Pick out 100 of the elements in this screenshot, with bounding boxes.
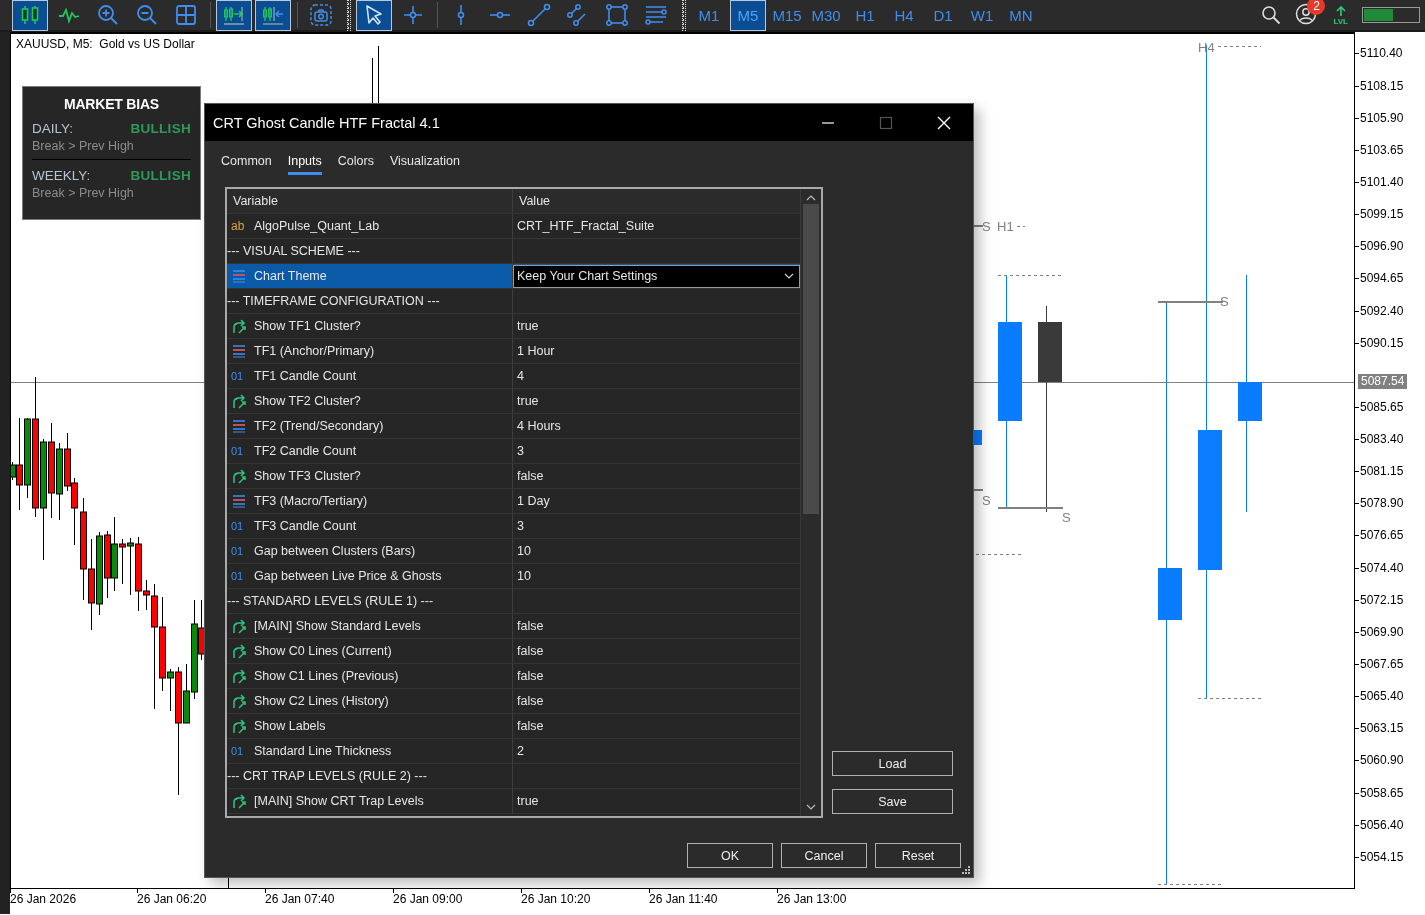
table-row[interactable]: [MAIN] Show Standard Levels false [227, 614, 800, 639]
value-cell[interactable]: false [517, 719, 544, 733]
number-type-icon: 01 [231, 445, 249, 457]
dialog-button[interactable]: Save [832, 789, 953, 814]
variable-name: TF2 (Trend/Secondary) [254, 419, 384, 433]
resize-grip-icon[interactable] [961, 865, 971, 875]
table-row[interactable]: TF2 (Trend/Secondary) 4 Hours [227, 414, 800, 439]
value-cell[interactable]: 1 Day [517, 494, 550, 508]
value-cell[interactable]: 3 [517, 519, 524, 533]
tab[interactable]: Visualization [389, 153, 460, 175]
value-dropdown[interactable]: Keep Your Chart Settings [513, 264, 800, 288]
variable-name: Gap between Live Price & Ghosts [254, 569, 442, 583]
scrollbar[interactable] [800, 189, 821, 816]
search-icon[interactable] [1261, 5, 1282, 25]
tab[interactable]: Colors [337, 153, 374, 175]
close-icon[interactable] [937, 115, 951, 130]
timeframe-tab[interactable]: M15 [769, 0, 805, 31]
toolbar-button[interactable] [216, 0, 252, 31]
timeframe-tab[interactable]: D1 [925, 0, 961, 31]
table-row[interactable]: 01 Gap between Clusters (Bars) 10 [227, 539, 800, 564]
table-row[interactable]: 01 TF2 Candle Count 3 [227, 439, 800, 464]
dialog-button[interactable]: Cancel [781, 843, 867, 868]
tab[interactable]: Common [221, 153, 272, 175]
bias-note: Break > Prev High [32, 139, 135, 153]
table-row[interactable]: --- STANDARD LEVELS (RULE 1) --- [227, 589, 800, 614]
dialog-button[interactable]: OK [687, 843, 773, 868]
timeframe-tab[interactable]: M1 [691, 0, 727, 31]
branch-arrow-icon [231, 693, 247, 709]
value-cell[interactable]: 3 [517, 444, 524, 458]
level-line [997, 507, 1064, 509]
variable-name: Show C2 Lines (History) [254, 694, 389, 708]
table-row[interactable]: TF3 (Macro/Tertiary) 1 Day [227, 489, 800, 514]
value-cell[interactable]: CRT_HTF_Fractal_Suite [517, 219, 655, 233]
variable-name: --- CRT TRAP LEVELS (RULE 2) --- [227, 769, 427, 783]
price-label: 5076.65 [1355, 528, 1404, 542]
variable-name: Show TF2 Cluster? [254, 394, 361, 408]
table-row[interactable]: --- TIMEFRAME CONFIGURATION --- [227, 289, 800, 314]
table-row[interactable]: Show Labels false [227, 714, 800, 739]
variable-name: Chart Theme [254, 269, 327, 283]
table-row[interactable]: Show C2 Lines (History) false [227, 689, 800, 714]
value-cell[interactable]: false [517, 619, 544, 633]
chevron-down-icon[interactable] [784, 273, 794, 279]
value-cell[interactable]: 4 Hours [517, 419, 561, 433]
chart-label: H4 [1198, 40, 1215, 55]
toolbar-button[interactable] [255, 0, 291, 31]
table-row[interactable]: Chart Theme Keep Your Chart Settings [227, 264, 800, 289]
table-row[interactable]: ab AlgoPulse_Quant_Lab CRT_HTF_Fractal_Suite [227, 214, 800, 239]
table-row[interactable]: Show TF2 Cluster? true [227, 389, 800, 414]
timeframe-tab[interactable]: H4 [886, 0, 922, 31]
value-cell[interactable]: true [517, 319, 539, 333]
chart-title: XAUUSD, M5: Gold vs US Dollar [16, 37, 195, 51]
level-line [1157, 301, 1224, 303]
table-row[interactable]: 01 Standard Line Thickness 2 [227, 739, 800, 764]
dotted-line [1016, 226, 1026, 227]
tab[interactable]: Inputs [287, 153, 322, 175]
price-label: 5110.40 [1355, 46, 1403, 60]
toolbar-button[interactable] [12, 0, 48, 31]
value-cell[interactable]: false [517, 644, 544, 658]
timeframe-tab[interactable]: M30 [808, 0, 844, 31]
toolbar-button[interactable] [356, 0, 392, 31]
grid-icon [174, 3, 198, 27]
table-row[interactable]: TF1 (Anchor/Primary) 1 Hour [227, 339, 800, 364]
table-row[interactable]: Show C1 Lines (Previous) false [227, 664, 800, 689]
table-row[interactable]: 01 TF1 Candle Count 4 [227, 364, 800, 389]
table-row[interactable]: 01 Gap between Live Price & Ghosts 10 [227, 564, 800, 589]
value-cell[interactable]: true [517, 394, 539, 408]
price-label: 5074.40 [1355, 561, 1404, 575]
number-type-icon: 01 [231, 545, 249, 557]
level-label: LVL [1333, 16, 1348, 26]
bias-value: BULLISH [130, 121, 191, 136]
variable-name: Show Labels [254, 719, 326, 733]
value-cell[interactable]: 10 [517, 544, 531, 558]
dialog-button[interactable]: Load [832, 751, 953, 776]
value-cell[interactable]: 10 [517, 569, 531, 583]
dialog-button[interactable]: Reset [875, 843, 961, 868]
string-type-icon: ab [231, 219, 249, 233]
value-cell[interactable]: false [517, 669, 544, 683]
table-row[interactable]: Show C0 Lines (Current) false [227, 639, 800, 664]
table-row[interactable]: Show TF3 Cluster? false [227, 464, 800, 489]
value-cell[interactable]: false [517, 694, 544, 708]
value-cell[interactable]: 2 [517, 744, 524, 758]
value-cell[interactable]: false [517, 469, 544, 483]
variable-name: [MAIN] Show Standard Levels [254, 619, 421, 633]
timeframe-tab[interactable]: H1 [847, 0, 883, 31]
account-icon[interactable] [1295, 3, 1318, 25]
table-row[interactable]: Show TF1 Cluster? true [227, 314, 800, 339]
scroll-up-icon[interactable] [806, 194, 816, 202]
value-cell[interactable]: true [517, 794, 539, 808]
branch-arrow-icon [231, 668, 247, 684]
value-cell[interactable]: 1 Hour [517, 344, 555, 358]
bias-note: Break > Prev High [32, 186, 135, 200]
table-row[interactable]: [MAIN] Show CRT Trap Levels true [227, 789, 800, 814]
table-row[interactable]: --- CRT TRAP LEVELS (RULE 2) --- [227, 764, 800, 789]
column-header: Variable [227, 189, 513, 213]
scroll-down-icon[interactable] [806, 803, 816, 811]
table-row[interactable]: 01 TF3 Candle Count 3 [227, 514, 800, 539]
value-cell[interactable]: 4 [517, 369, 524, 383]
price-label: 5058.65 [1355, 786, 1404, 800]
timeframe-tab[interactable]: W1 [964, 0, 1000, 31]
timeframe-tab[interactable]: MN [1003, 0, 1039, 31]
